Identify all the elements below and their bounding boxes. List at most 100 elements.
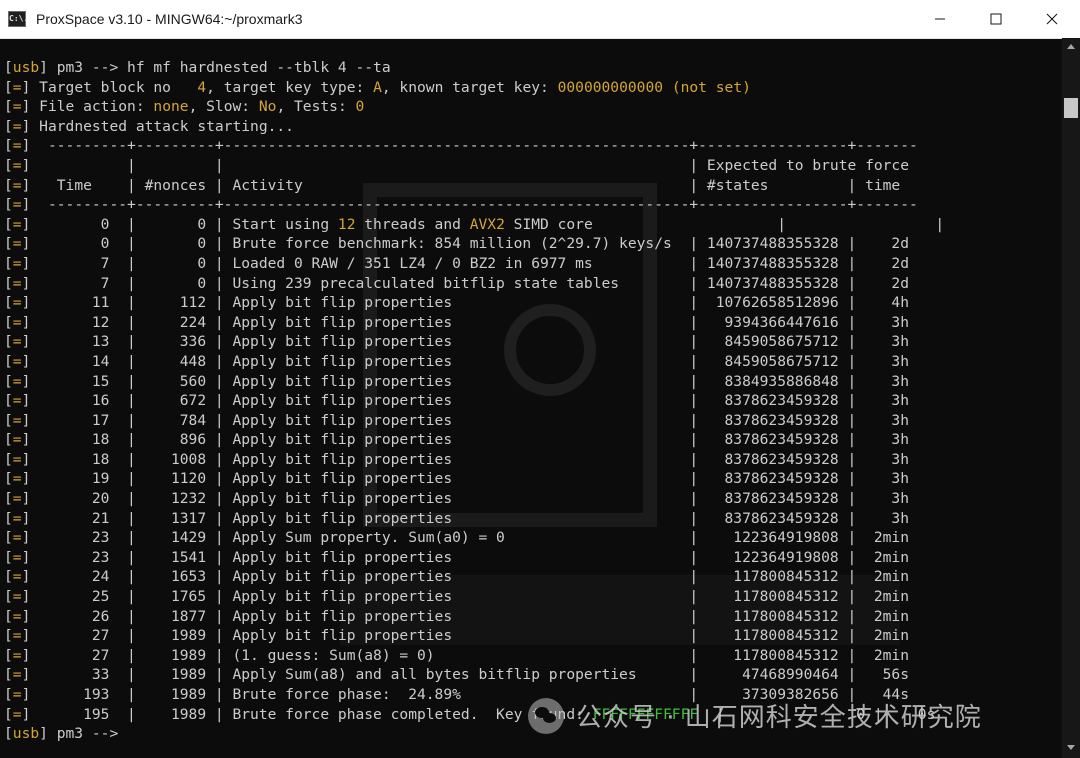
info-marker: = — [12, 607, 22, 625]
line-segment: 19 | 1120 | Apply bit flip properties | … — [39, 470, 910, 488]
info-bracket: ] — [21, 196, 40, 214]
info-marker: = — [12, 568, 22, 586]
info-marker: = — [12, 529, 22, 547]
info-bracket: [ — [4, 646, 13, 664]
info-marker: = — [12, 117, 22, 135]
info-marker: = — [12, 548, 22, 566]
terminal-line: [=] ---------+---------+----------------… — [4, 195, 1054, 215]
close-icon — [1046, 13, 1058, 25]
info-bracket: ] — [21, 352, 40, 370]
info-bracket: [ — [4, 274, 13, 292]
info-marker: = — [12, 490, 22, 508]
terminal-line: [=] 27 | 1989 | (1. guess: Sum(a8) = 0) … — [4, 646, 1054, 666]
info-marker: = — [12, 509, 22, 527]
scrollbar-thumb[interactable] — [1064, 98, 1078, 118]
prompt-text: pm3 --> — [47, 59, 128, 76]
info-bracket: [ — [4, 196, 13, 214]
line-segment: 26 | 1877 | Apply bit flip properties | … — [39, 607, 910, 625]
maximize-icon — [990, 13, 1002, 25]
info-bracket: [ — [4, 607, 13, 625]
scroll-up-arrow-icon[interactable] — [1067, 44, 1075, 49]
line-segment: FFFFFFFFFFFF — [592, 705, 699, 723]
info-marker: = — [12, 215, 22, 233]
line-segment: Hardnested attack starting... — [39, 117, 294, 135]
line-segment: A — [373, 78, 382, 96]
info-marker: = — [12, 411, 22, 429]
info-bracket: [ — [4, 98, 13, 116]
line-segment: 4 — [197, 78, 207, 96]
info-marker: = — [12, 470, 22, 488]
prompt-usb-label: usb — [12, 725, 40, 743]
terminal-line: [=] 33 | 1989 | Apply Sum(a8) and all by… — [4, 665, 1054, 685]
info-bracket: [ — [4, 372, 13, 390]
line-segment: ---------+---------+--------------------… — [39, 137, 918, 155]
info-bracket: [ — [4, 78, 13, 96]
close-button[interactable] — [1024, 0, 1080, 38]
terminal-output[interactable]: [usb] pm3 --> hf mf hardnested --tblk 4 … — [4, 58, 1054, 748]
line-segment: 25 | 1765 | Apply bit flip properties | … — [39, 588, 910, 606]
info-bracket: ] — [21, 137, 40, 155]
info-bracket: [ — [4, 529, 13, 547]
maximize-button[interactable] — [968, 0, 1024, 38]
line-segment: 33 | 1989 | Apply Sum(a8) and all bytes … — [39, 666, 910, 684]
info-bracket: [ — [4, 490, 13, 508]
info-marker: = — [12, 137, 22, 155]
scroll-down-arrow-icon[interactable] — [1067, 745, 1075, 750]
info-marker: = — [12, 588, 22, 606]
info-bracket: [ — [4, 176, 13, 194]
info-marker: = — [12, 352, 22, 370]
info-marker: = — [12, 196, 22, 214]
info-bracket: ] — [21, 588, 40, 606]
info-bracket: [ — [4, 333, 13, 351]
info-bracket: ] — [21, 568, 40, 586]
info-bracket: [ — [4, 470, 13, 488]
terminal-line: [=] ---------+---------+----------------… — [4, 136, 1054, 156]
line-segment: 195 | 1989 | Brute force phase completed… — [39, 705, 593, 723]
info-marker: = — [12, 156, 22, 174]
info-bracket: [ — [4, 117, 13, 135]
terminal-line: [=] 11 | 112 | Apply bit flip properties… — [4, 293, 1054, 313]
info-bracket: [ — [4, 392, 13, 410]
line-segment: 24 | 1653 | Apply bit flip properties | … — [39, 568, 910, 586]
line-segment: | | | Expected to brute force — [39, 156, 910, 174]
terminal-line: [=] Time | #nonces | Activity | #states … — [4, 176, 1054, 196]
info-marker: = — [12, 392, 22, 410]
info-bracket: ] — [21, 666, 40, 684]
line-segment: SIMD core | | — [504, 215, 945, 233]
terminal-line: [=] 7 | 0 | Loaded 0 RAW / 351 LZ4 / 0 B… — [4, 254, 1054, 274]
title-bar[interactable]: C:\. ProxSpace v3.10 - MINGW64:~/proxmar… — [0, 0, 1080, 39]
line-segment: AVX2 — [469, 215, 505, 233]
info-marker: = — [12, 176, 22, 194]
info-marker: = — [12, 705, 22, 723]
info-bracket: [ — [4, 254, 13, 272]
info-bracket: ] — [21, 705, 40, 723]
info-bracket: ] — [21, 294, 40, 312]
terminal-line: [=] | | | Expected to brute force — [4, 156, 1054, 176]
window-title: ProxSpace v3.10 - MINGW64:~/proxmark3 — [36, 11, 303, 27]
terminal-line: [=] Target block no 4, target key type: … — [4, 78, 1054, 98]
terminal-line: [=] 15 | 560 | Apply bit flip properties… — [4, 372, 1054, 392]
info-bracket: [ — [4, 294, 13, 312]
terminal-line: [=] 17 | 784 | Apply bit flip properties… — [4, 411, 1054, 431]
line-segment: 18 | 1008 | Apply bit flip properties | … — [39, 450, 910, 468]
line-segment: | 0 | 0s — [698, 705, 936, 723]
terminal-line: [=] 195 | 1989 | Brute force phase compl… — [4, 705, 1054, 725]
line-segment: 12 | 224 | Apply bit flip properties | 9… — [39, 313, 910, 331]
line-segment: Time | #nonces | Activity | #states | ti… — [39, 176, 901, 194]
line-segment: 16 | 672 | Apply bit flip properties | 8… — [39, 392, 910, 410]
info-bracket: [ — [4, 235, 13, 253]
info-bracket: [ — [4, 450, 13, 468]
info-marker: = — [12, 313, 22, 331]
vertical-scrollbar[interactable] — [1062, 38, 1080, 758]
info-bracket: ] — [21, 176, 40, 194]
info-bracket: ] — [21, 313, 40, 331]
line-segment: 23 | 1429 | Apply Sum property. Sum(a0) … — [39, 529, 910, 547]
info-bracket: [ — [4, 686, 13, 703]
info-marker: = — [12, 666, 22, 684]
info-bracket: ] — [21, 372, 40, 390]
minimize-button[interactable] — [912, 0, 968, 38]
line-segment: 27 | 1989 | (1. guess: Sum(a8) = 0) | 11… — [39, 646, 910, 664]
line-segment: No — [258, 98, 277, 116]
line-segment: 12 — [337, 215, 356, 233]
info-marker: = — [12, 78, 22, 96]
